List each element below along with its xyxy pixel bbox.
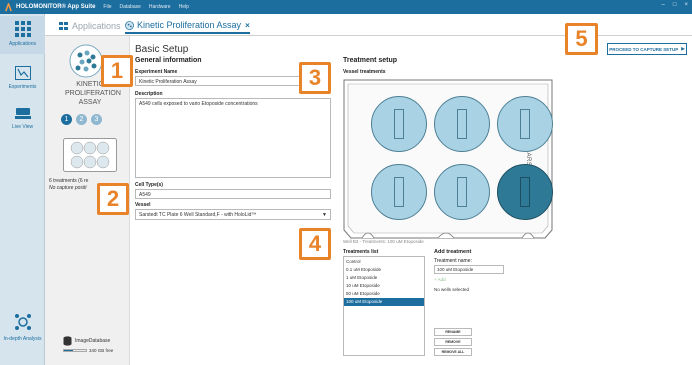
treatment-name-label: Treatment name:: [434, 258, 472, 264]
plate-thumbnail: [63, 138, 117, 172]
well-a1[interactable]: [371, 96, 427, 152]
menu-help[interactable]: Help: [179, 4, 189, 10]
list-item[interactable]: 10 uM Etoposide: [344, 282, 424, 290]
list-item[interactable]: 1 uM Etoposide: [344, 274, 424, 282]
callout-4: 4: [299, 228, 331, 260]
remove-button[interactable]: REMOVE: [434, 338, 472, 346]
menu-hardware[interactable]: Hardware: [149, 4, 171, 10]
well-a3[interactable]: [497, 96, 553, 152]
well-b3[interactable]: [497, 164, 553, 220]
title-bar: HOLOMONITOR® App Suite File Database Har…: [0, 0, 692, 14]
capture-area: [520, 177, 530, 207]
treatment-setup-title: Treatment setup: [343, 57, 398, 64]
minimize-button[interactable]: –: [662, 2, 665, 8]
description-label: Description: [135, 91, 163, 97]
treatment-name-input[interactable]: 100 uM Etoposide: [434, 265, 504, 274]
sidebar-item-label: In-depth Analysis: [3, 336, 42, 342]
step-2[interactable]: 2: [76, 114, 87, 125]
sidebar-item-live-view[interactable]: Live View: [0, 102, 45, 138]
treatments-list[interactable]: Control 0.1 uM Etoposide 1 uM Etoposide …: [343, 256, 425, 356]
callout-1: 1: [101, 55, 133, 87]
list-item[interactable]: 50 uM Etoposide: [344, 290, 424, 298]
no-wells-text: No wells selected: [434, 287, 470, 292]
callout-5: 5: [565, 23, 598, 55]
menu-database[interactable]: Database: [119, 4, 140, 10]
vessel-treatments-label: Vessel treatments: [343, 69, 386, 75]
sidebar-item-label: Live View: [11, 124, 34, 130]
callout-3: 3: [299, 62, 331, 94]
capture-area: [457, 109, 467, 139]
app-title: HOLOMONITOR® App Suite: [16, 4, 96, 10]
storage-free: 340 GB free: [89, 348, 114, 353]
storage-bar: [63, 349, 87, 352]
database-icon: [63, 336, 72, 346]
cell-types-input[interactable]: A549: [135, 189, 331, 199]
list-item[interactable]: 100 uM Etoposide: [344, 298, 424, 306]
window-controls: – □ ×: [662, 2, 688, 8]
well-b2[interactable]: [434, 164, 490, 220]
sidebar-item-applications[interactable]: Applications: [0, 16, 45, 54]
arrow-right-icon: ▶: [681, 46, 685, 51]
sidebar-item-in-depth-analysis[interactable]: In-depth Analysis: [0, 309, 45, 359]
step-1[interactable]: 1: [61, 114, 72, 125]
capture-summary: No capture positi: [49, 185, 87, 191]
rename-button[interactable]: RENAME: [434, 328, 472, 336]
tab-label: Kinetic Proliferation Assay: [137, 20, 242, 30]
vessel-value: Sarstedt TC Plate 6 Well Standard,F - wi…: [139, 211, 257, 218]
main-content: KINETIC PROLIFERATION ASSAY 1 2 3 6 trea…: [45, 36, 692, 365]
well-a2[interactable]: [434, 96, 490, 152]
tab-kinetic-proliferation-assay[interactable]: Kinetic Proliferation Assay ×: [125, 18, 250, 34]
step-3[interactable]: 3: [91, 114, 102, 125]
close-tab-icon[interactable]: ×: [245, 21, 250, 30]
microscope-icon: [14, 108, 31, 119]
sidebar-item-label: Applications: [9, 41, 36, 47]
capture-area: [394, 177, 404, 207]
tab-applications[interactable]: Applications: [59, 18, 121, 34]
experiment-name-label: Experiment Name: [135, 69, 178, 75]
capture-area: [520, 109, 530, 139]
well-b1[interactable]: [371, 164, 427, 220]
callout-2: 2: [97, 183, 129, 215]
remove-all-button[interactable]: REMOVE ALL: [434, 348, 472, 356]
menu-file[interactable]: File: [103, 4, 111, 10]
add-treatment-title: Add treatment: [434, 249, 472, 255]
treatments-list-label: Treatments list: [343, 249, 379, 255]
description-textarea[interactable]: A549 cells exposed to vario Etoposide co…: [135, 98, 331, 178]
chevron-down-icon: ▼: [322, 211, 327, 218]
step-indicator: 1 2 3: [61, 114, 102, 125]
page-title: Basic Setup: [135, 44, 189, 55]
sidebar-item-experiments[interactable]: Experiments: [0, 62, 45, 98]
close-window-button[interactable]: ×: [684, 2, 688, 8]
storage-label: ImageDatabase: [75, 338, 111, 344]
analysis-icon: [14, 314, 31, 330]
cell-types-label: Cell Type(s): [135, 182, 163, 188]
well-caption: Well B3 - Treatments: 100 uM Etoposide: [343, 239, 424, 244]
list-item[interactable]: 0.1 uM Etoposide: [344, 266, 424, 274]
grid-icon: [14, 21, 31, 37]
vessel-label: Vessel: [135, 202, 151, 208]
holomonitor-logo-icon: [3, 2, 13, 12]
sidebar-item-label: Experiments: [8, 84, 37, 90]
assay-cells-icon: [69, 44, 103, 78]
grid-icon: [59, 22, 68, 30]
treatments-summary: 6 treatments (6 re: [49, 178, 89, 184]
chart-icon: [14, 66, 31, 80]
list-item[interactable]: Control: [344, 258, 424, 266]
add-treatment-button[interactable]: + Add: [434, 277, 446, 282]
general-info-title: General information: [135, 57, 202, 64]
assay-icon: [125, 20, 134, 30]
capture-area: [394, 109, 404, 139]
maximize-button[interactable]: □: [673, 2, 677, 8]
proceed-button[interactable]: PROCEED TO CAPTURE SETUP ▶: [607, 43, 687, 55]
sidebar: Applications Experiments Live View In-de…: [0, 14, 45, 365]
capture-area: [457, 177, 467, 207]
proceed-label: PROCEED TO CAPTURE SETUP: [609, 46, 679, 52]
tab-label: Applications: [72, 21, 121, 31]
vessel-select[interactable]: Sarstedt TC Plate 6 Well Standard,F - wi…: [135, 209, 331, 220]
